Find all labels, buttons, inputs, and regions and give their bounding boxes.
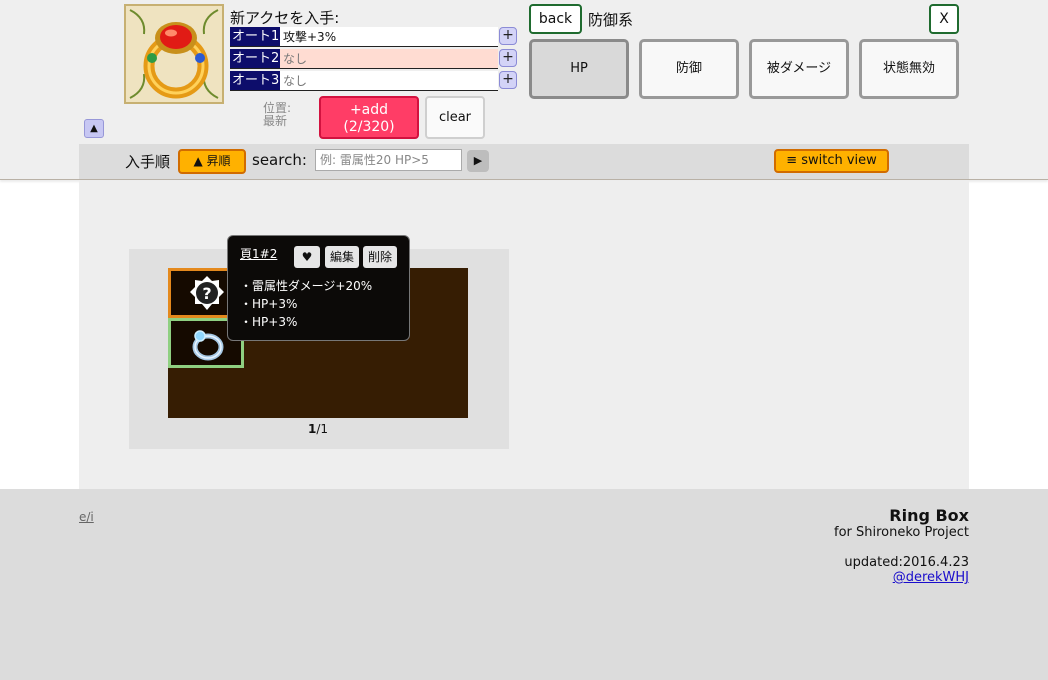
clear-button[interactable]: clear	[425, 96, 485, 139]
sort-label[interactable]: 入手順	[125, 151, 170, 172]
add-button-label: +add	[349, 102, 389, 118]
add-button[interactable]: +add (2/320)	[319, 96, 419, 139]
accessory-tooltip: 頁1#2 ♥ 編集 削除 ・雷属性ダメージ+20% ・HP+3% ・HP+3%	[227, 235, 410, 341]
category-title: 防御系	[588, 11, 634, 29]
effect-line: ・雷属性ダメージ+20%	[240, 279, 373, 293]
category-button-defense[interactable]: 防御	[639, 39, 739, 99]
position-value[interactable]: 最新	[263, 115, 303, 128]
switch-view-button[interactable]: ≡ switch view	[774, 149, 889, 173]
auto-slot-3-plus-button[interactable]: +	[499, 71, 517, 89]
close-button[interactable]: X	[929, 4, 959, 34]
auto-slot-label: オート3	[230, 71, 280, 90]
unknown-accessory-icon: ?	[190, 276, 224, 310]
author-link[interactable]: @derekWHJ	[779, 570, 969, 585]
sort-order-button[interactable]: ▲ 昇順	[178, 149, 246, 174]
auto-slot-1-plus-button[interactable]: +	[499, 27, 517, 45]
page-total: /1	[316, 422, 329, 436]
auto-slot-label: オート2	[230, 49, 280, 68]
search-label: search:	[252, 151, 307, 169]
effect-line: ・HP+3%	[240, 297, 298, 311]
app-title: Ring Box	[889, 506, 969, 525]
auto-slot-value[interactable]: なし	[280, 71, 498, 90]
favorite-heart-icon[interactable]: ♥	[294, 246, 320, 268]
back-button[interactable]: back	[529, 4, 582, 34]
category-button-status-immunity[interactable]: 状態無効	[859, 39, 959, 99]
edit-button[interactable]: 編集	[325, 246, 359, 268]
position-label: 位置: 最新	[263, 102, 303, 128]
search-submit-play-icon[interactable]: ▶	[467, 150, 489, 172]
accessory-effects: ・雷属性ダメージ+20% ・HP+3% ・HP+3%	[240, 277, 372, 331]
footer-info: Ring Box for Shironeko Project updated:2…	[779, 506, 969, 586]
silver-ring-icon	[192, 330, 224, 361]
add-button-count: (2/320)	[343, 119, 395, 135]
auto-slot-value[interactable]: 攻撃+3%	[280, 27, 498, 46]
collapse-up-icon[interactable]: ▲	[84, 119, 104, 138]
search-input[interactable]	[315, 149, 462, 171]
auto-slot-1: オート1 攻撃+3%	[230, 27, 498, 47]
delete-button[interactable]: 削除	[363, 246, 397, 268]
auto-slot-2: オート2 なし	[230, 49, 498, 69]
auto-slot-label: オート1	[230, 27, 280, 46]
new-accessory-title: 新アクセを入手:	[230, 9, 340, 27]
category-button-damage-taken[interactable]: 被ダメージ	[749, 39, 849, 99]
effect-line: ・HP+3%	[240, 315, 298, 329]
app-subtitle: for Shironeko Project	[834, 525, 969, 540]
language-link[interactable]: e/i	[79, 510, 94, 524]
auto-slot-3: オート3 なし	[230, 71, 498, 91]
svg-text:?: ?	[202, 284, 211, 303]
pagination: 1/1	[168, 422, 468, 436]
auto-slot-value[interactable]: なし	[280, 49, 498, 68]
updated-date: updated:2016.4.23	[844, 555, 969, 570]
category-button-hp[interactable]: HP	[529, 39, 629, 99]
new-accessory-ring-icon	[124, 4, 224, 104]
auto-slot-2-plus-button[interactable]: +	[499, 49, 517, 67]
accessory-id-link[interactable]: 頁1#2	[240, 245, 277, 262]
